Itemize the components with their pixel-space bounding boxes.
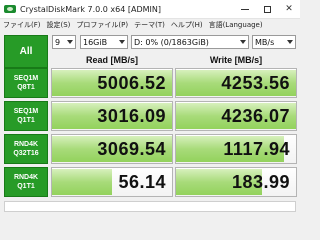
write-result-cell: 4236.07	[175, 101, 297, 131]
write-result-cell: 4253.56	[175, 68, 297, 98]
menu-settings[interactable]: 設定(S)	[44, 20, 74, 30]
read-result-cell: 5006.52	[51, 68, 173, 98]
comment-field[interactable]	[4, 201, 296, 212]
chevron-down-icon	[287, 40, 293, 44]
title-bar: CrystalDiskMark 7.0.0 x64 [ADMIN] ✕	[0, 0, 300, 19]
menu-bar: ファイル(F) 設定(S) プロファイル(P) テーマ(T) ヘルプ(H) 言語…	[0, 19, 300, 30]
crystaldiskmark-app-icon	[4, 4, 16, 14]
drive-value: D: 0% (0/1863GiB)	[134, 37, 209, 47]
close-button[interactable]: ✕	[278, 0, 300, 18]
read-result-value: 56.14	[118, 171, 166, 192]
write-result-value: 183.99	[231, 171, 290, 192]
test-seq1m-q8t1-button[interactable]: SEQ1M Q8T1	[4, 68, 48, 98]
test-seq1m-q1t1-button[interactable]: SEQ1M Q1T1	[4, 101, 48, 131]
all-button[interactable]: All	[4, 35, 48, 68]
test-rnd4k-q1t1-button[interactable]: RND4K Q1T1	[4, 167, 48, 197]
menu-theme[interactable]: テーマ(T)	[131, 20, 168, 30]
read-result-value: 5006.52	[97, 72, 166, 93]
test-rnd4k-q32t16-button[interactable]: RND4K Q32T16	[4, 134, 48, 164]
write-column-header: Write [MB/s]	[209, 55, 263, 65]
test-size-select[interactable]: 16GiB	[80, 35, 128, 49]
write-result-value: 4253.56	[221, 72, 290, 93]
maximize-icon	[263, 5, 271, 13]
test-name: RND4K	[13, 174, 39, 181]
chevron-down-icon	[67, 40, 73, 44]
read-result-cell: 56.14	[51, 167, 173, 197]
test-params: Q1T1	[17, 117, 35, 124]
test-params: Q1T1	[17, 183, 35, 190]
write-result-cell: 1117.94	[175, 134, 297, 164]
read-result-cell: 3016.09	[51, 101, 173, 131]
read-result-bar	[52, 169, 112, 195]
test-params: Q8T1	[17, 84, 35, 91]
menu-language[interactable]: 言語(Language)	[206, 20, 266, 30]
window-title: CrystalDiskMark 7.0.0 x64 [ADMIN]	[20, 4, 161, 14]
menu-profile[interactable]: プロファイル(P)	[73, 20, 131, 30]
test-count-value: 9	[55, 37, 61, 47]
test-name: SEQ1M	[13, 108, 39, 115]
write-result-cell: 183.99	[175, 167, 297, 197]
maximize-button[interactable]	[256, 0, 278, 18]
write-result-value: 4236.07	[221, 105, 290, 126]
test-name: RND4K	[13, 141, 39, 148]
read-result-value: 3069.54	[97, 138, 166, 159]
unit-select[interactable]: MB/s	[252, 35, 296, 49]
test-params: Q32T16	[13, 150, 39, 157]
read-result-value: 3016.09	[97, 105, 166, 126]
read-column-header: Read [MB/s]	[85, 55, 138, 65]
test-count-select[interactable]: 9	[52, 35, 76, 49]
menu-file[interactable]: ファイル(F)	[0, 20, 44, 30]
drive-select[interactable]: D: 0% (0/1863GiB)	[131, 35, 249, 49]
minimize-icon	[241, 8, 249, 10]
close-icon: ✕	[285, 4, 293, 14]
chevron-down-icon	[240, 40, 246, 44]
chevron-down-icon	[119, 40, 125, 44]
unit-value: MB/s	[255, 37, 275, 47]
test-name: SEQ1M	[13, 75, 39, 82]
menu-help[interactable]: ヘルプ(H)	[168, 20, 206, 30]
test-size-value: 16GiB	[83, 37, 108, 47]
write-result-value: 1117.94	[223, 138, 290, 159]
read-result-cell: 3069.54	[51, 134, 173, 164]
minimize-button[interactable]	[234, 0, 256, 18]
